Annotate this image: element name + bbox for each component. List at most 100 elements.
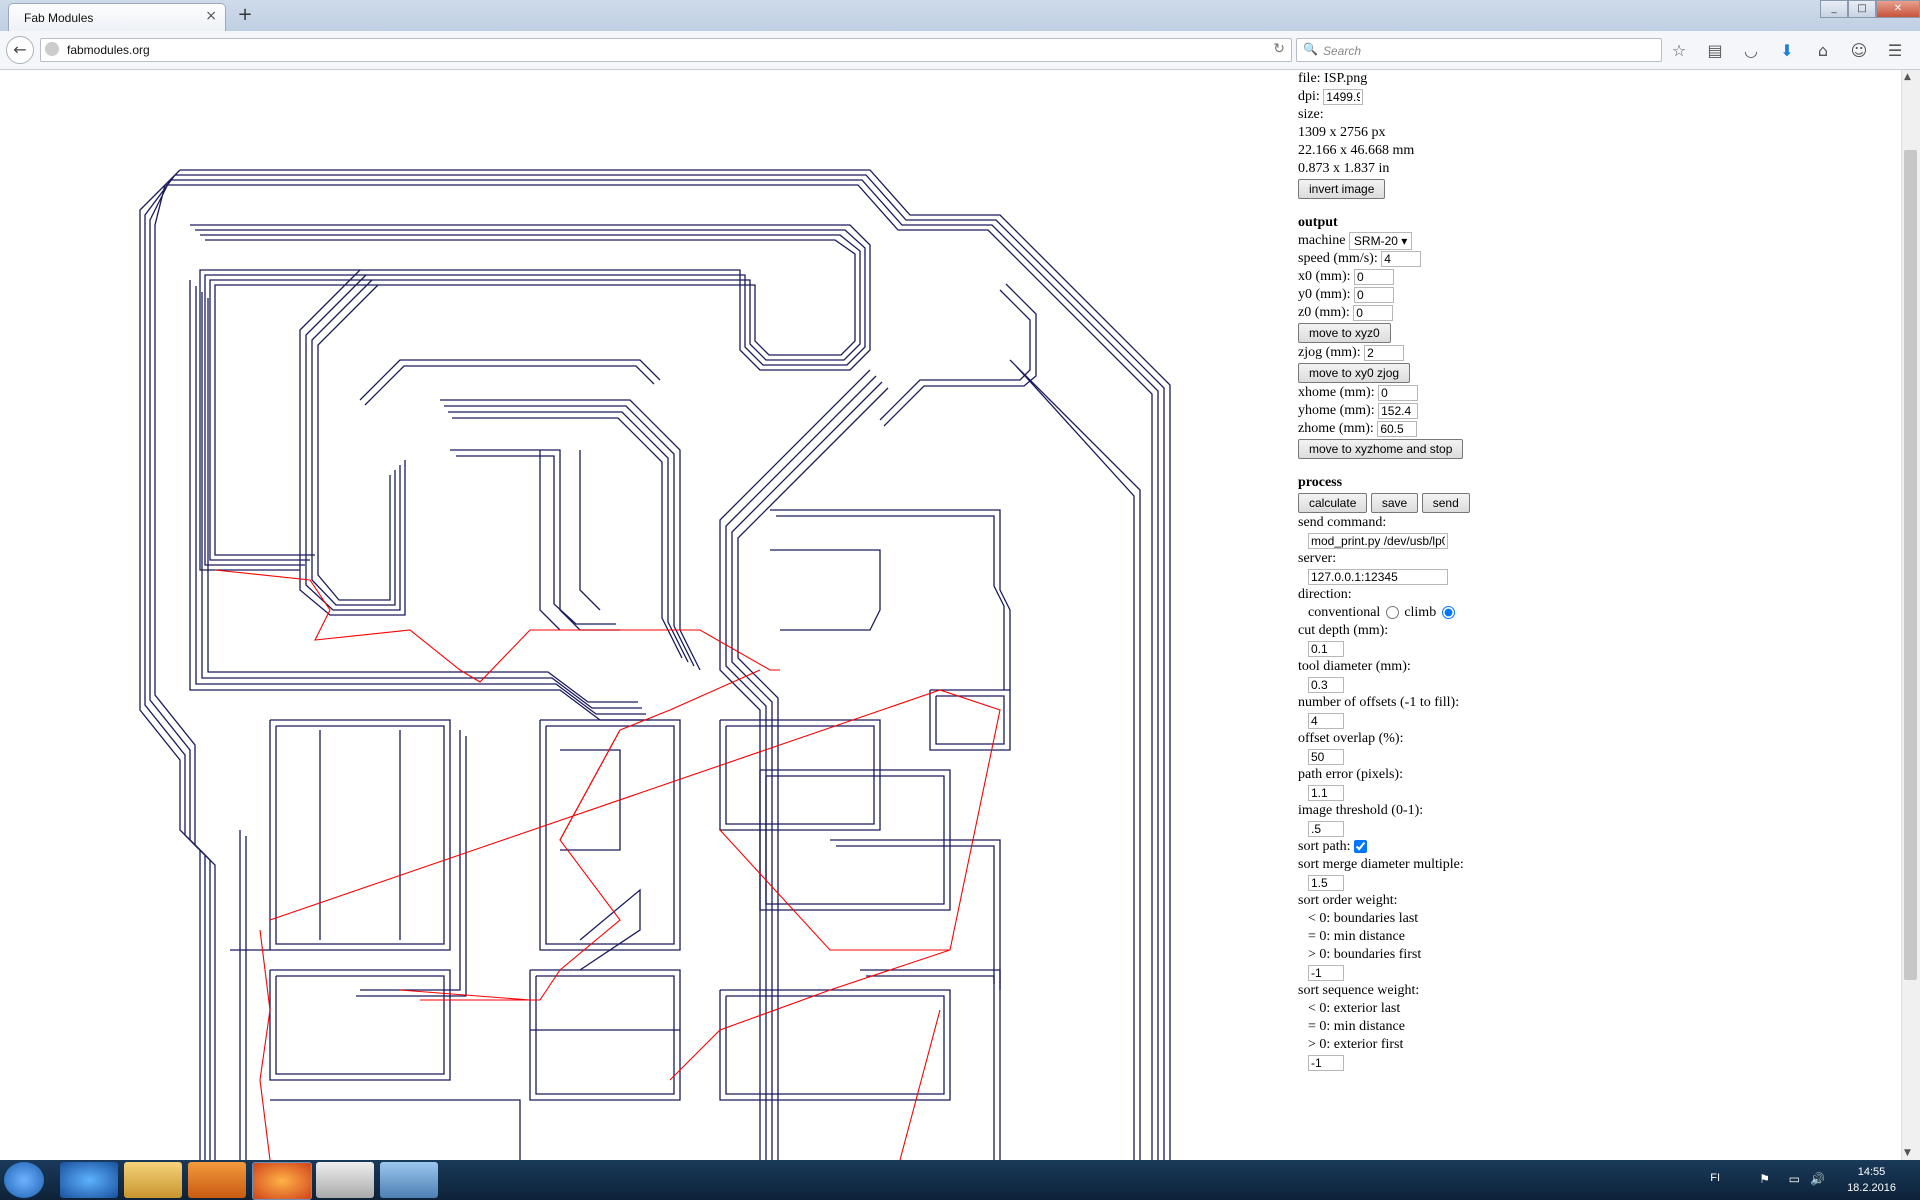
- tab-close-icon[interactable]: ×: [205, 8, 217, 24]
- home-icon[interactable]: ⌂: [1812, 40, 1834, 62]
- chat-icon[interactable]: ☺: [1848, 40, 1870, 62]
- sort-path-checkbox[interactable]: [1354, 840, 1367, 854]
- back-button[interactable]: ←: [6, 36, 34, 64]
- toolpath-trace: [770, 549, 881, 631]
- offsets-label: number of offsets (-1 to fill):: [1298, 695, 1460, 710]
- cut-depth-label: cut depth (mm):: [1298, 623, 1389, 638]
- sort-seq-option-1: < 0: exterior last: [1308, 1001, 1401, 1016]
- toolpath-trace: [539, 450, 561, 631]
- toolpath-trace: [770, 509, 1011, 690]
- dpi-label: dpi:: [1298, 89, 1320, 104]
- yhome-input[interactable]: [1378, 402, 1419, 419]
- y0-input[interactable]: [1354, 286, 1394, 303]
- download-icon[interactable]: ⬇: [1776, 40, 1798, 62]
- jog-move: [259, 929, 271, 1160]
- search-bar[interactable]: 🔍 Search: [1296, 38, 1662, 62]
- toolpath-trace: [725, 725, 875, 825]
- tab-title: Fab Modules: [24, 11, 94, 25]
- send-command-input[interactable]: [1308, 532, 1448, 549]
- overlap-label: offset overlap (%):: [1298, 731, 1404, 746]
- volume-icon[interactable]: 🔊: [1810, 1172, 1825, 1186]
- climb-radio[interactable]: [1441, 606, 1455, 620]
- size-label: size:: [1298, 107, 1324, 122]
- sort-order-input[interactable]: [1308, 964, 1344, 981]
- bookmark-star-icon[interactable]: ☆: [1668, 40, 1690, 62]
- firefox-icon[interactable]: [252, 1162, 312, 1200]
- tab-fab-modules[interactable]: Fab Modules ×: [8, 3, 226, 31]
- reading-list-icon[interactable]: ▤: [1704, 40, 1726, 62]
- threshold-input[interactable]: [1308, 820, 1344, 837]
- path-error-input[interactable]: [1308, 784, 1344, 801]
- cut-depth-input[interactable]: [1308, 640, 1344, 657]
- tool-diameter-label: tool diameter (mm):: [1298, 659, 1411, 674]
- scroll-up-icon[interactable]: ▲: [1904, 72, 1911, 82]
- zhome-label: zhome (mm):: [1298, 421, 1374, 436]
- move-to-xyz0-button[interactable]: move to xyz0: [1298, 323, 1391, 343]
- menu-icon[interactable]: ☰: [1884, 40, 1906, 62]
- file-label: file: ISP.png: [1298, 71, 1368, 86]
- window-app-icon[interactable]: [380, 1162, 438, 1198]
- sort-merge-input[interactable]: [1308, 874, 1344, 891]
- scrollbar-thumb[interactable]: [1904, 150, 1917, 980]
- move-to-xy0-zjog-button[interactable]: move to xy0 zjog: [1298, 363, 1411, 383]
- toolbar-icons: ☆ ▤ ◡ ⬇ ⌂ ☺ ☰: [1668, 40, 1906, 62]
- app-icon[interactable]: [316, 1162, 374, 1198]
- internet-explorer-icon[interactable]: [60, 1162, 118, 1198]
- toolpath-trace: [189, 280, 650, 721]
- move-to-xyzhome-button[interactable]: move to xyzhome and stop: [1298, 439, 1464, 459]
- vertical-scrollbar[interactable]: ▲ ▼: [1901, 70, 1920, 1160]
- offsets-input[interactable]: [1308, 712, 1344, 729]
- z0-input[interactable]: [1353, 304, 1394, 321]
- process-heading: process: [1298, 475, 1343, 490]
- xhome-input[interactable]: [1378, 384, 1419, 401]
- jog-move: [269, 689, 1001, 1081]
- tool-diameter-input[interactable]: [1308, 676, 1344, 693]
- toolpath-trace: [270, 1099, 521, 1160]
- tray-flag-icon[interactable]: ⚑: [1759, 1172, 1770, 1186]
- toolpath-trace: [444, 405, 695, 667]
- toolpath-trace: [275, 725, 445, 945]
- reload-icon[interactable]: ↻: [1273, 41, 1285, 57]
- pocket-icon[interactable]: ◡: [1740, 40, 1762, 62]
- close-window-icon[interactable]: ✕: [1876, 0, 1920, 18]
- send-button[interactable]: send: [1421, 493, 1470, 513]
- clock[interactable]: 14:55 18.2.2016: [1847, 1164, 1896, 1196]
- calculate-button[interactable]: calculate: [1298, 493, 1368, 513]
- size-in: 0.873 x 1.837 in: [1298, 161, 1390, 176]
- save-button[interactable]: save: [1370, 493, 1419, 513]
- zhome-input[interactable]: [1377, 420, 1418, 437]
- site-info-icon[interactable]: [45, 42, 59, 56]
- toolpath-trace: [545, 725, 675, 945]
- zjog-input[interactable]: [1364, 344, 1405, 361]
- toolpath-trace: [450, 449, 620, 631]
- file-explorer-icon[interactable]: [124, 1162, 182, 1198]
- invert-image-button[interactable]: invert image: [1298, 179, 1386, 199]
- url-bar[interactable]: fabmodules.org ↻: [40, 38, 1292, 62]
- network-icon[interactable]: ▭: [1789, 1172, 1800, 1186]
- minimize-icon[interactable]: _: [1820, 0, 1848, 18]
- machine-label: machine: [1298, 233, 1346, 249]
- start-button[interactable]: [4, 1162, 44, 1198]
- machine-select[interactable]: SRM-20 ▾: [1348, 232, 1413, 250]
- scroll-down-icon[interactable]: ▼: [1904, 1148, 1911, 1158]
- language-indicator[interactable]: FI: [1710, 1172, 1720, 1184]
- toolpath-trace: [776, 515, 1005, 690]
- media-player-icon[interactable]: [188, 1162, 246, 1198]
- maximize-icon[interactable]: □: [1848, 0, 1876, 18]
- x0-input[interactable]: [1354, 268, 1394, 285]
- jog-move: [399, 989, 531, 1001]
- toolpath-trace: [305, 274, 401, 611]
- speed-input[interactable]: [1381, 250, 1422, 267]
- jog-move: [719, 829, 950, 951]
- xhome-label: xhome (mm):: [1298, 385, 1375, 400]
- conventional-radio[interactable]: [1385, 606, 1399, 620]
- server-input[interactable]: [1308, 568, 1448, 585]
- toolpath-trace: [866, 975, 995, 1160]
- new-tab-button[interactable]: +: [234, 3, 256, 27]
- sort-seq-input[interactable]: [1308, 1054, 1344, 1071]
- toolpath-canvas: [139, 169, 1171, 1160]
- overlap-input[interactable]: [1308, 748, 1344, 765]
- search-placeholder: Search: [1323, 44, 1362, 58]
- path-error-label: path error (pixels):: [1298, 767, 1403, 782]
- dpi-input[interactable]: [1323, 88, 1364, 105]
